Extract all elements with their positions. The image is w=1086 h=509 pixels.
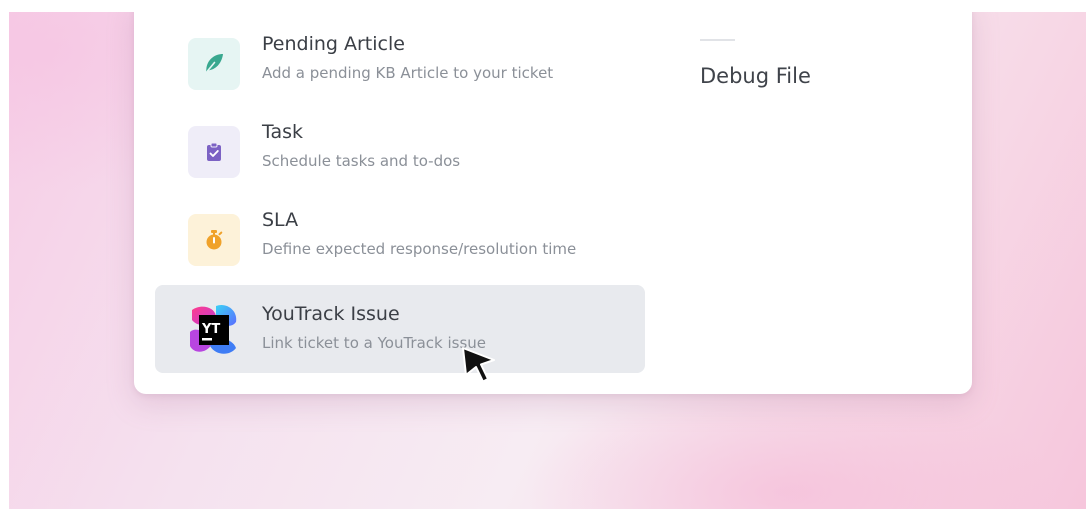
youtrack-logo-text: YT	[201, 322, 220, 337]
menu-item-sla[interactable]: SLA Define expected response/resolution …	[155, 192, 645, 280]
feather-icon	[204, 54, 223, 75]
task-icon-tile	[188, 126, 240, 178]
mouse-cursor-icon	[462, 347, 495, 383]
background-canvas: Pending Article Add a pending KB Article…	[9, 12, 1086, 509]
pending-article-icon-tile	[188, 38, 240, 90]
menu-item-title: Pending Article	[262, 33, 405, 55]
menu-item-description: Add a pending KB Article to your ticket	[262, 64, 554, 82]
menu-item-description: Define expected response/resolution time	[262, 240, 577, 258]
youtrack-icon-tile: YT	[186, 302, 242, 358]
menu-item-title: YouTrack Issue	[262, 303, 400, 325]
menu-item-title: Task	[262, 121, 304, 143]
stopwatch-icon	[206, 230, 223, 250]
clipboard-check-icon	[207, 142, 221, 161]
menu-item-youtrack-issue[interactable]: YT YouTrack Issue Link ticket to a YouTr…	[155, 285, 645, 373]
menu-item-title: SLA	[262, 209, 299, 231]
menu-item-pending-article[interactable]: Pending Article Add a pending KB Article…	[155, 16, 645, 104]
menu-item-description: Schedule tasks and to-dos	[262, 152, 461, 170]
menu-item-task[interactable]: Task Schedule tasks and to-dos	[155, 104, 645, 192]
section-divider	[700, 39, 735, 41]
add-item-menu-panel: Pending Article Add a pending KB Article…	[134, 12, 972, 394]
menu-item-description: Link ticket to a YouTrack issue	[262, 334, 487, 352]
debug-file-option[interactable]: Debug File	[700, 64, 811, 88]
sla-icon-tile	[188, 214, 240, 266]
youtrack-logo-icon: YT	[190, 304, 237, 354]
